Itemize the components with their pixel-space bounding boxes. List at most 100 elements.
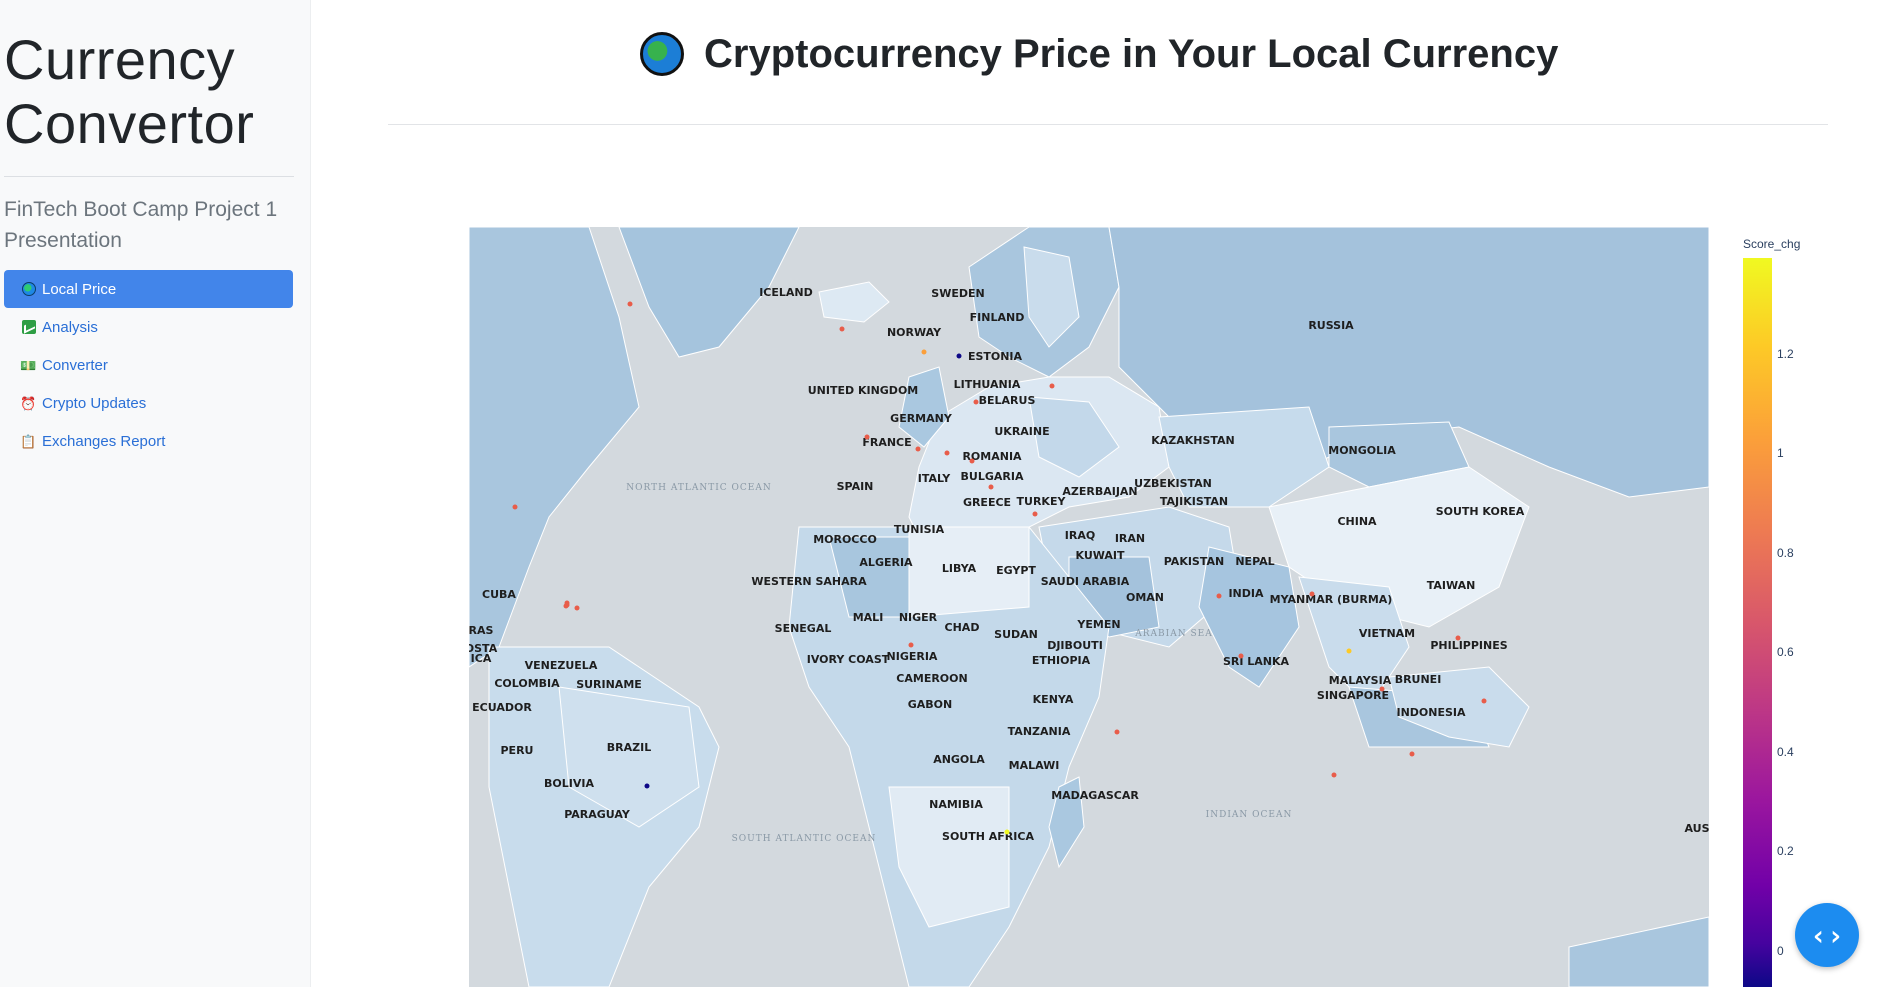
map-label-belarus: BELARUS xyxy=(979,394,1036,407)
map-label-sri-lanka: SRI LANKA xyxy=(1223,655,1290,668)
app-title-line1: Currency xyxy=(4,28,236,91)
map-label-indonesia: INDONESIA xyxy=(1396,706,1466,719)
map-label-suriname: SURINAME xyxy=(576,678,642,691)
map-label-kazakhstan: KAZAKHSTAN xyxy=(1151,434,1235,447)
nav-item-label: Converter xyxy=(42,356,108,374)
map-label-china: CHINA xyxy=(1337,515,1377,528)
app-title-line2: Convertor xyxy=(4,92,255,155)
map-label-philippines: PHILIPPINES xyxy=(1430,639,1507,652)
map-label-cuba: CUBA xyxy=(482,588,516,601)
map-label-finland: FINLAND xyxy=(970,311,1025,324)
nav-item-local-price[interactable]: Local Price xyxy=(4,270,293,308)
colorbar-tick: 0 xyxy=(1777,944,1784,958)
map-label-namibia: NAMIBIA xyxy=(929,798,983,811)
map-label-iceland: ICELAND xyxy=(759,286,813,299)
sidebar-divider xyxy=(4,176,294,177)
map-label-western-sahara: WESTERN SAHARA xyxy=(751,575,867,588)
map-label-ivory-coast: IVORY COAST xyxy=(807,653,890,666)
map-label-taiwan: TAIWAN xyxy=(1427,579,1476,592)
code-toggle-button[interactable]: ‹› xyxy=(1795,903,1859,967)
world-map[interactable]: ICELAND SWEDEN FINLAND NORWAY ESTONIA RU… xyxy=(469,227,1709,987)
map-label-estonia: ESTONIA xyxy=(968,350,1023,363)
map-label-south-korea: SOUTH KOREA xyxy=(1436,505,1525,518)
map-label-yemen: YEMEN xyxy=(1076,618,1120,631)
map-label-russia: RUSSIA xyxy=(1308,319,1354,332)
map-label-nigeria: NIGERIA xyxy=(887,650,938,663)
colorbar-tick: 0.6 xyxy=(1777,645,1794,659)
map-svg[interactable]: ICELAND SWEDEN FINLAND NORWAY ESTONIA RU… xyxy=(469,227,1709,987)
map-label-paraguay: PARAGUAY xyxy=(564,808,631,821)
map-label-uzbekistan: UZBEKISTAN xyxy=(1134,477,1212,490)
app-title: Currency Convertor xyxy=(4,28,304,156)
sidebar: Currency Convertor FinTech Boot Camp Pro… xyxy=(0,0,311,987)
map-label-ras: RAS xyxy=(469,624,494,637)
map-label-angola: ANGOLA xyxy=(933,753,985,766)
map-label-sweden: SWEDEN xyxy=(931,287,984,300)
alarm-clock-icon: ⏰ xyxy=(20,395,37,411)
map-label-greece: GREECE xyxy=(963,496,1011,509)
ocean-label-south-atlantic: SOUTH ATLANTIC OCEAN xyxy=(732,834,877,844)
chart-increasing-icon xyxy=(21,320,36,335)
map-label-lithuania: LITHUANIA xyxy=(954,378,1021,391)
map-label-venezuela: VENEZUELA xyxy=(525,659,598,672)
sidebar-nav: Local Price Analysis 💵 Converter ⏰ Crypt… xyxy=(4,270,293,460)
map-label-malawi: MALAWI xyxy=(1009,759,1060,772)
map-label-pakistan: PAKISTAN xyxy=(1164,555,1224,568)
colorbar-tick: 1.2 xyxy=(1777,347,1794,361)
map-label-gabon: GABON xyxy=(908,698,952,711)
map-label-peru: PERU xyxy=(501,744,534,757)
clipboard-icon: 📋 xyxy=(20,433,37,449)
map-label-kuwait: KUWAIT xyxy=(1075,549,1125,562)
code-brackets-icon: ‹› xyxy=(1810,918,1844,952)
map-label-ica: ICA xyxy=(471,652,492,665)
map-label-nepal: NEPAL xyxy=(1235,555,1274,568)
colorbar-tick: 0.8 xyxy=(1777,546,1794,560)
nav-item-label: Exchanges Report xyxy=(42,432,166,450)
title-divider xyxy=(388,124,1828,125)
map-label-tajikistan: TAJIKISTAN xyxy=(1160,495,1228,508)
app-subtitle: FinTech Boot Camp Project 1 Presentation xyxy=(4,198,278,252)
nav-item-exchanges-report[interactable]: 📋 Exchanges Report xyxy=(4,422,293,460)
map-label-algeria: ALGERIA xyxy=(859,556,913,569)
map-label-djibouti: DJIBOUTI xyxy=(1047,639,1103,652)
globe-icon xyxy=(640,32,684,76)
map-label-tanzania: TANZANIA xyxy=(1008,725,1071,738)
ocean-label-indian-ocean: INDIAN OCEAN xyxy=(1206,810,1293,820)
colorbar-tick: 1 xyxy=(1777,446,1784,460)
nav-item-label: Local Price xyxy=(42,280,117,298)
map-label-sudan: SUDAN xyxy=(994,628,1038,641)
map-label-morocco: MOROCCO xyxy=(813,533,877,546)
money-stack-icon: 💵 xyxy=(20,357,37,373)
ocean-label-arabian-sea: ARABIAN SEA xyxy=(1134,629,1212,639)
nav-item-crypto-updates[interactable]: ⏰ Crypto Updates xyxy=(4,384,293,422)
map-label-saudi-arabia: SAUDI ARABIA xyxy=(1041,575,1130,588)
nav-item-label: Analysis xyxy=(42,318,98,336)
map-label-ethiopia: ETHIOPIA xyxy=(1032,654,1091,667)
map-label-singapore: SINGAPORE xyxy=(1317,689,1389,702)
nav-item-label: Crypto Updates xyxy=(42,394,147,412)
map-label-myanmar: MYANMAR (BURMA) xyxy=(1270,593,1393,606)
map-label-mongolia: MONGOLIA xyxy=(1328,444,1396,457)
map-label-iraq: IRAQ xyxy=(1065,529,1095,542)
map-label-kenya: KENYA xyxy=(1033,693,1074,706)
globe-icon xyxy=(21,282,36,297)
map-label-vietnam: VIETNAM xyxy=(1359,627,1415,640)
map-label-france: FRANCE xyxy=(862,436,911,449)
ocean-label-north-atlantic: NORTH ATLANTIC OCEAN xyxy=(626,483,771,493)
map-label-libya: LIBYA xyxy=(942,562,977,575)
nav-item-analysis[interactable]: Analysis xyxy=(4,308,293,346)
nav-item-converter[interactable]: 💵 Converter xyxy=(4,346,293,384)
map-label-ukraine: UKRAINE xyxy=(994,425,1049,438)
map-label-chad: CHAD xyxy=(945,621,980,634)
map-label-turkey: TURKEY xyxy=(1017,495,1067,508)
colorbar-tick: 0.2 xyxy=(1777,844,1794,858)
map-label-mali: MALI xyxy=(853,611,884,624)
page-title-text: Cryptocurrency Price in Your Local Curre… xyxy=(704,31,1559,76)
map-label-aus: AUS xyxy=(1684,822,1709,835)
colorbar-tick: 0.4 xyxy=(1777,745,1794,759)
map-label-niger: NIGER xyxy=(899,611,938,624)
colorbar xyxy=(1743,258,1772,987)
map-label-azerbaijan: AZERBAIJAN xyxy=(1062,485,1137,498)
map-label-egypt: EGYPT xyxy=(996,564,1036,577)
map-label-spain: SPAIN xyxy=(837,480,874,493)
